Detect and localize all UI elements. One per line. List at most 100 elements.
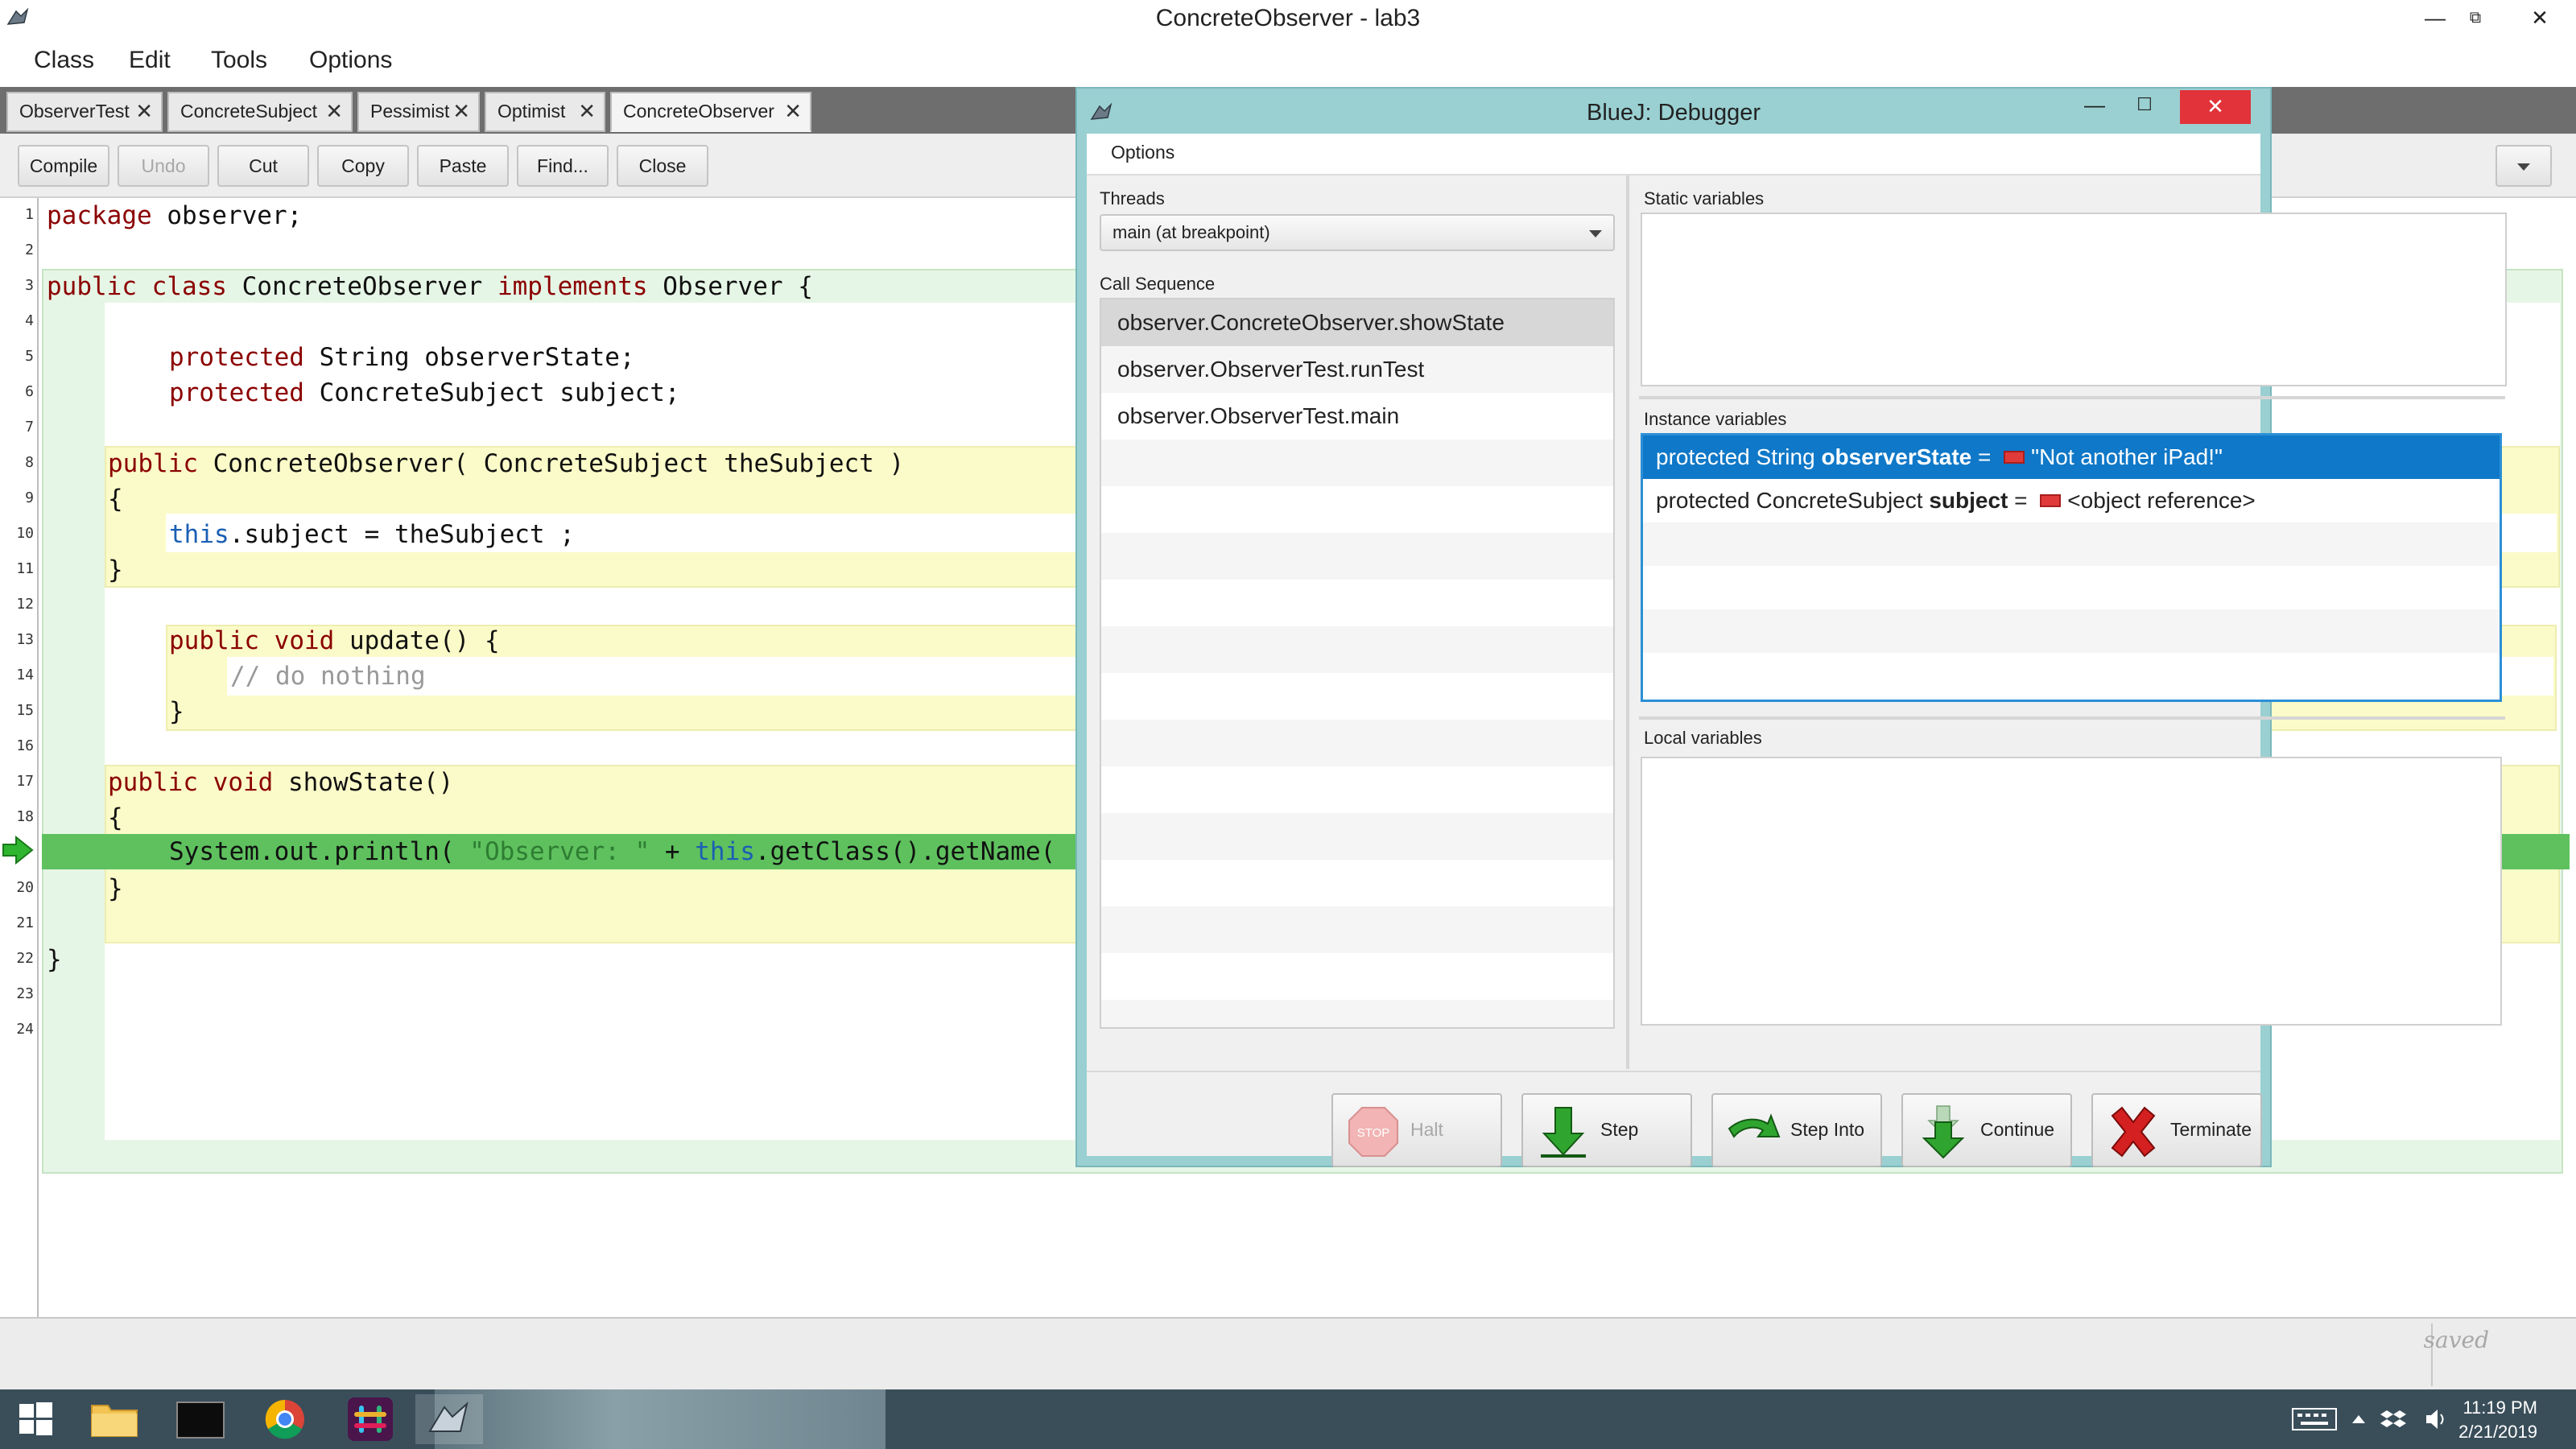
tab-optimist[interactable]: Optimist ✕ <box>485 92 605 132</box>
view-dropdown-button[interactable] <box>2496 145 2552 187</box>
local-variables-list[interactable] <box>1641 757 2502 1026</box>
taskbar-file-explorer[interactable] <box>80 1394 148 1444</box>
line-number-gutter[interactable]: 1 2 3 4 5 6 7 8 9 10 11 12 13 14 15 16 1… <box>0 198 39 1317</box>
tab-pessimist[interactable]: Pessimist ✕ <box>357 92 480 132</box>
list-stripe <box>1643 522 2500 566</box>
tab-close-icon[interactable]: ✕ <box>135 93 153 129</box>
variable-value: <object reference> <box>2067 488 2256 513</box>
keyboard-icon[interactable] <box>2291 1406 2338 1433</box>
panel-splitter[interactable] <box>1639 396 2505 399</box>
line-number: 16 <box>16 737 34 754</box>
code-line-5: protected String observerState; <box>169 343 635 372</box>
panel-splitter[interactable] <box>1626 175 1629 1069</box>
instance-variables-label: Instance variables <box>1644 409 1787 429</box>
line-number: 24 <box>16 1021 34 1038</box>
debugger-maximize-button[interactable]: ☐ <box>2109 89 2180 122</box>
call-sequence-item[interactable]: observer.ObserverTest.runTest <box>1101 346 1613 393</box>
execution-pointer-icon <box>2 836 34 865</box>
threads-dropdown[interactable]: main (at breakpoint) <box>1100 214 1615 251</box>
instance-variable-row[interactable]: protected ConcreteSubject subject = <obj… <box>1643 479 2500 522</box>
debugger-close-button[interactable]: ✕ <box>2180 90 2251 124</box>
line-number: 2 <box>25 242 34 258</box>
step-button[interactable]: Step <box>1521 1093 1692 1167</box>
tab-close-icon[interactable]: ✕ <box>325 93 343 129</box>
line-number: 4 <box>25 312 34 329</box>
undo-button[interactable]: Undo <box>118 145 209 187</box>
volume-icon[interactable] <box>2423 1406 2450 1433</box>
menu-tools[interactable]: Tools <box>211 47 267 74</box>
tab-close-icon[interactable]: ✕ <box>452 93 470 129</box>
tab-observertest[interactable]: ObserverTest ✕ <box>6 92 163 132</box>
line-number: 21 <box>16 914 34 931</box>
close-button[interactable]: Close <box>617 145 708 187</box>
line-number: 9 <box>25 489 34 506</box>
halt-label: Halt <box>1410 1119 1443 1140</box>
copy-button[interactable]: Copy <box>317 145 409 187</box>
chevron-up-icon[interactable] <box>2349 1406 2368 1433</box>
code-line-10: this.subject = theSubject ; <box>169 520 575 549</box>
line-number: 11 <box>16 560 34 577</box>
step-arrow-down-icon <box>1541 1107 1586 1158</box>
static-variables-list[interactable] <box>1641 213 2507 386</box>
window-titlebar: ConcreteObserver - lab3 — ⧉ ✕ <box>0 0 2576 39</box>
code-line-15: } <box>169 697 184 726</box>
panel-splitter[interactable] <box>1639 716 2505 720</box>
compile-button[interactable]: Compile <box>18 145 109 187</box>
find-button[interactable]: Find... <box>517 145 609 187</box>
call-sequence-item[interactable]: observer.ObserverTest.main <box>1101 393 1613 440</box>
code-line-6: protected ConcreteSubject subject; <box>169 378 680 407</box>
window-title: ConcreteObserver - lab3 <box>1155 5 1421 31</box>
static-variables-label: Static variables <box>1644 188 1765 208</box>
taskbar-bluej[interactable] <box>415 1394 483 1444</box>
menu-edit[interactable]: Edit <box>129 47 171 74</box>
taskbar-slack[interactable] <box>336 1394 404 1444</box>
code-line-8: public ConcreteObserver( ConcreteSubject… <box>108 449 905 478</box>
cut-button[interactable]: Cut <box>217 145 309 187</box>
dropbox-icon[interactable] <box>2380 1406 2407 1433</box>
variable-name: observerState <box>1821 444 1972 469</box>
close-window-button[interactable]: ✕ <box>2504 0 2576 39</box>
clock-date[interactable]: 2/21/2019 <box>2458 1422 2537 1443</box>
tab-concreteobserver[interactable]: ConcreteObserver ✕ <box>610 92 811 132</box>
debugger-control-bar: STOP Halt Step Step Into Continue Termin… <box>1087 1071 2262 1167</box>
step-into-button[interactable]: Step Into <box>1711 1093 1882 1167</box>
paste-button[interactable]: Paste <box>417 145 509 187</box>
debugger-menu-options[interactable]: Options <box>1111 142 1174 163</box>
taskbar-chrome[interactable] <box>251 1394 319 1444</box>
code-line-22: } <box>47 945 62 974</box>
line-number: 18 <box>16 808 34 825</box>
line-number: 22 <box>16 950 34 967</box>
start-button[interactable] <box>2 1394 69 1444</box>
code-line-13: public void update() { <box>169 626 500 655</box>
menu-class[interactable]: Class <box>34 47 94 74</box>
maximize-button[interactable]: ⧉ <box>2439 0 2512 39</box>
line-number: 1 <box>25 206 34 223</box>
debugger-titlebar[interactable]: BlueJ: Debugger — ☐ ✕ <box>1077 89 2270 137</box>
taskbar-terminal[interactable] <box>166 1394 233 1444</box>
call-sequence-list[interactable]: observer.ConcreteObserver.showState obse… <box>1100 298 1615 1029</box>
code-line-9: { <box>108 485 123 514</box>
call-sequence-item[interactable]: observer.ConcreteObserver.showState <box>1101 299 1613 346</box>
variable-name: subject <box>1929 488 2008 513</box>
tab-concretesubject[interactable]: ConcreteSubject ✕ <box>167 92 353 132</box>
code-line-18: { <box>108 803 123 832</box>
terminal-icon <box>176 1402 225 1439</box>
debugger-window[interactable]: BlueJ: Debugger — ☐ ✕ Options Threads ma… <box>1075 87 2507 1167</box>
list-stripe <box>1101 813 1613 860</box>
line-number: 7 <box>25 419 34 436</box>
continue-button[interactable]: Continue <box>1901 1093 2072 1167</box>
local-variables-label: Local variables <box>1644 728 1762 748</box>
tab-close-icon[interactable]: ✕ <box>578 93 596 129</box>
clock-time[interactable]: 11:19 PM <box>2462 1397 2537 1418</box>
halt-button[interactable]: STOP Halt <box>1331 1093 1502 1167</box>
instance-variables-list[interactable]: protected String observerState = "Not an… <box>1641 433 2502 702</box>
tab-label: ConcreteObserver <box>623 101 774 122</box>
taskbar-wallpaper-strip <box>435 1389 886 1449</box>
line-number: 14 <box>16 667 34 683</box>
line-number: 15 <box>16 702 34 719</box>
terminate-button[interactable]: Terminate <box>2091 1093 2262 1167</box>
menu-options[interactable]: Options <box>309 47 392 74</box>
tab-close-icon[interactable]: ✕ <box>784 93 802 129</box>
instance-variable-row[interactable]: protected String observerState = "Not an… <box>1643 436 2500 479</box>
line-number: 13 <box>16 631 34 648</box>
